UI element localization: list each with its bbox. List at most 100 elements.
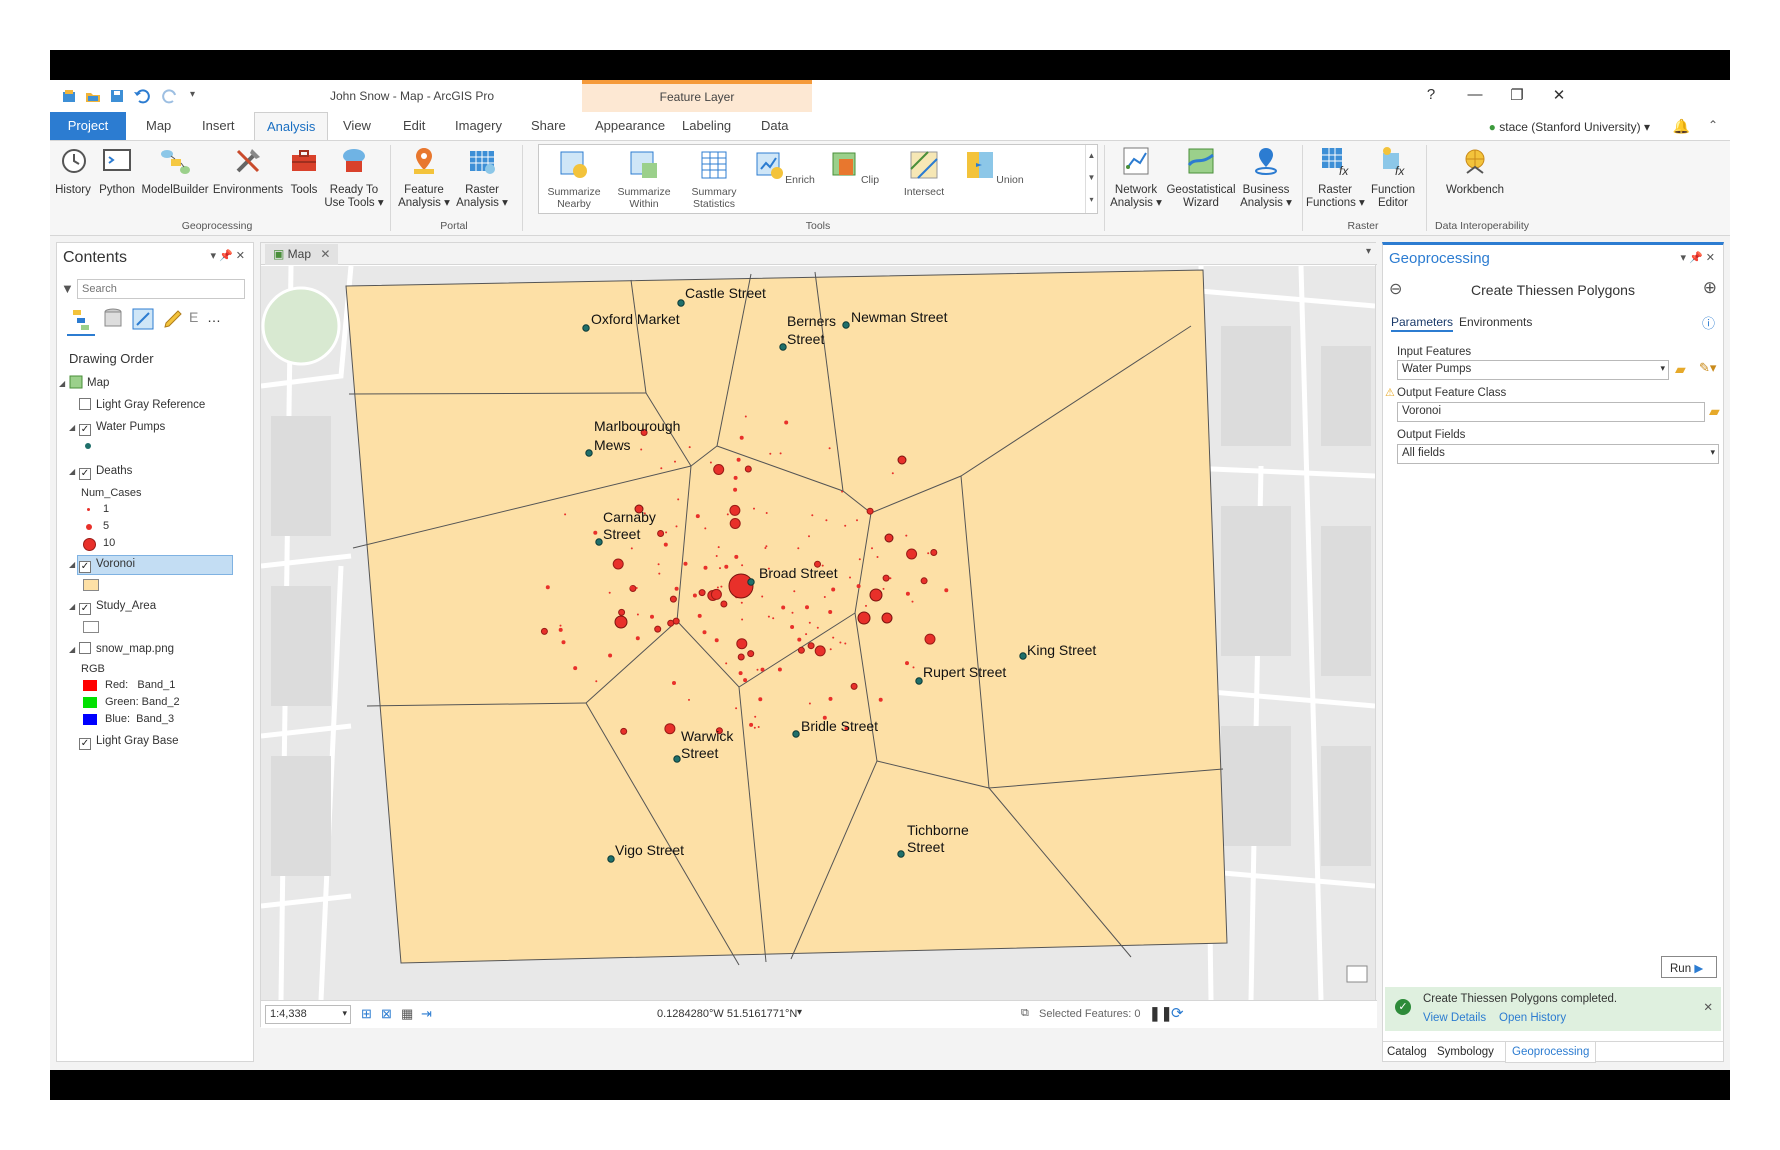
geostatistical-wizard-button[interactable]: Geostatistical Wizard bbox=[1166, 145, 1236, 210]
summarize-within-button[interactable]: Summarize Within bbox=[611, 149, 677, 210]
list-by-drawing-order-icon[interactable] bbox=[71, 307, 95, 331]
tab-map[interactable]: Map bbox=[146, 118, 171, 133]
tab-insert[interactable]: Insert bbox=[202, 118, 235, 133]
tab-project[interactable]: Project bbox=[50, 112, 126, 140]
toc-light-gray-reference[interactable]: Light Gray Reference bbox=[79, 398, 205, 411]
tab-data[interactable]: Data bbox=[761, 118, 788, 133]
clip-button[interactable]: Clip bbox=[821, 149, 887, 186]
collapse-ribbon-icon[interactable]: ⌃ bbox=[1708, 118, 1718, 132]
dismiss-icon[interactable]: ✕ bbox=[1703, 1000, 1713, 1014]
toc-map[interactable]: ◢ Map bbox=[59, 375, 109, 389]
undo-icon[interactable] bbox=[132, 87, 150, 105]
tab-analysis[interactable]: Analysis bbox=[254, 112, 329, 141]
tab-labeling[interactable]: Labeling bbox=[682, 118, 731, 133]
open-history-link[interactable]: Open History bbox=[1499, 1012, 1566, 1024]
open-project-icon[interactable] bbox=[84, 87, 102, 105]
tab-appearance[interactable]: Appearance bbox=[595, 118, 665, 133]
ready-to-use-tools-button[interactable]: Ready To Use Tools ▾ bbox=[324, 145, 384, 210]
tab-parameters[interactable]: Parameters bbox=[1391, 315, 1454, 332]
output-fields-dropdown[interactable]: All fields ▾ bbox=[1397, 444, 1719, 464]
restore-button[interactable]: ❐ bbox=[1502, 86, 1532, 104]
tab-geoprocessing[interactable]: Geoprocessing bbox=[1505, 1042, 1597, 1063]
scale-selector[interactable]: 1:4,338 ▾ bbox=[265, 1005, 351, 1024]
tab-symbology[interactable]: Symbology bbox=[1437, 1046, 1494, 1058]
input-features-dropdown[interactable]: Water Pumps ▾ bbox=[1397, 360, 1669, 380]
tools-button[interactable]: Tools bbox=[286, 145, 322, 197]
minimize-button[interactable]: — bbox=[1460, 86, 1490, 103]
tab-edit[interactable]: Edit bbox=[403, 118, 425, 133]
enrich-button[interactable]: Enrich bbox=[751, 149, 817, 186]
toc-snow-map[interactable]: ◢ snow_map.png bbox=[69, 642, 174, 655]
modelbuilder-button[interactable]: ModelBuilder bbox=[140, 145, 210, 197]
list-by-snapping-icon[interactable]: E bbox=[189, 309, 198, 325]
snapping-icon[interactable]: ⇥ bbox=[421, 1006, 432, 1022]
history-button[interactable]: History bbox=[52, 145, 94, 197]
view-details-link[interactable]: View Details bbox=[1423, 1012, 1486, 1024]
visibility-checkbox[interactable]: ✓ bbox=[79, 424, 91, 436]
user-account[interactable]: ● stace (Stanford University) ▾ bbox=[1489, 120, 1650, 134]
sketch-pencil-icon[interactable]: ✎▾ bbox=[1699, 360, 1716, 376]
visibility-checkbox[interactable] bbox=[79, 398, 91, 410]
run-button[interactable]: Run ▶ bbox=[1661, 956, 1717, 978]
visibility-checkbox[interactable] bbox=[79, 642, 91, 654]
function-editor-button[interactable]: fx Function Editor bbox=[1366, 145, 1420, 210]
pane-options-icon[interactable]: ▾ 📌 ✕ bbox=[1680, 251, 1715, 264]
union-button[interactable]: Union bbox=[961, 149, 1027, 186]
tab-catalog[interactable]: Catalog bbox=[1387, 1046, 1427, 1058]
tab-imagery[interactable]: Imagery bbox=[455, 118, 502, 133]
expand-icon[interactable]: ◢ bbox=[69, 560, 77, 569]
expand-icon[interactable]: ◢ bbox=[69, 423, 77, 432]
full-extent-icon[interactable]: ⊠ bbox=[381, 1006, 392, 1022]
list-by-editing-icon[interactable] bbox=[161, 307, 185, 331]
close-button[interactable]: ✕ bbox=[1544, 86, 1574, 104]
browse-folder-icon[interactable]: ▰ bbox=[1709, 403, 1720, 420]
more-options-icon[interactable]: … bbox=[207, 309, 221, 325]
close-tab-icon[interactable]: ✕ bbox=[320, 247, 330, 261]
toc-voronoi[interactable]: ◢ ✓ Voronoi bbox=[69, 558, 135, 573]
pane-options-icon[interactable]: ▾ 📌 ✕ bbox=[210, 249, 245, 262]
pause-drawing-icon[interactable]: ❚❚ bbox=[1149, 1005, 1172, 1022]
environments-button[interactable]: Environments bbox=[212, 145, 284, 197]
summary-statistics-button[interactable]: Summary Statistics bbox=[681, 149, 747, 210]
tab-view[interactable]: View bbox=[343, 118, 371, 133]
expand-icon[interactable]: ◢ bbox=[59, 379, 67, 388]
map-tab[interactable]: ▣ Map ✕ bbox=[265, 244, 339, 265]
tab-environments[interactable]: Environments bbox=[1459, 315, 1532, 329]
toc-light-gray-base[interactable]: ✓ Light Gray Base bbox=[79, 735, 178, 750]
filter-icon[interactable]: ▼ bbox=[61, 281, 74, 296]
toc-deaths[interactable]: ◢ ✓ Deaths bbox=[69, 465, 132, 480]
help-icon[interactable]: ⓘ bbox=[1702, 313, 1715, 332]
customize-qat-icon[interactable]: ▾ bbox=[190, 89, 195, 100]
map-canvas[interactable]: Castle Street Oxford Market Berners Stre… bbox=[261, 266, 1375, 1000]
coordinate-format-chevron-icon[interactable]: ▾ bbox=[797, 1007, 802, 1018]
map-overview-icon[interactable] bbox=[1346, 965, 1368, 983]
expand-icon[interactable]: ◢ bbox=[69, 467, 77, 476]
expand-icon[interactable]: ◢ bbox=[69, 645, 77, 654]
list-by-selection-icon[interactable] bbox=[131, 307, 155, 331]
visibility-checkbox[interactable]: ✓ bbox=[79, 468, 91, 480]
visibility-checkbox[interactable]: ✓ bbox=[79, 561, 91, 573]
gallery-scroll[interactable]: ▲ ▼ ▾ bbox=[1085, 145, 1097, 213]
tab-overflow-icon[interactable]: ▾ bbox=[1366, 246, 1371, 257]
workbench-button[interactable]: Workbench bbox=[1440, 145, 1510, 197]
add-icon[interactable]: ⊕ bbox=[1703, 278, 1717, 298]
toc-study-area[interactable]: ◢ ✓ Study_Area bbox=[69, 600, 156, 615]
python-button[interactable]: Python bbox=[96, 145, 138, 197]
refresh-icon[interactable]: ⟳ bbox=[1171, 1004, 1184, 1022]
tab-share[interactable]: Share bbox=[531, 118, 566, 133]
contents-search-input[interactable] bbox=[77, 279, 245, 299]
list-by-data-source-icon[interactable] bbox=[101, 307, 125, 331]
save-icon[interactable] bbox=[108, 87, 126, 105]
browse-folder-icon[interactable]: ▰ bbox=[1675, 361, 1686, 378]
redo-icon[interactable] bbox=[162, 87, 180, 105]
raster-functions-button[interactable]: fx Raster Functions ▾ bbox=[1306, 145, 1365, 210]
feature-analysis-button[interactable]: Feature Analysis ▾ bbox=[396, 145, 452, 210]
summarize-nearby-button[interactable]: Summarize Nearby bbox=[541, 149, 607, 210]
fixed-zoom-icon[interactable]: ⊞ bbox=[361, 1006, 372, 1022]
grid-icon[interactable]: ▦ bbox=[401, 1006, 413, 1022]
notification-bell-icon[interactable]: 🔔 bbox=[1673, 118, 1690, 135]
visibility-checkbox[interactable]: ✓ bbox=[79, 603, 91, 615]
business-analysis-button[interactable]: Business Analysis ▾ bbox=[1238, 145, 1294, 210]
visibility-checkbox[interactable]: ✓ bbox=[79, 738, 91, 750]
toc-water-pumps[interactable]: ◢ ✓ Water Pumps bbox=[69, 421, 165, 436]
